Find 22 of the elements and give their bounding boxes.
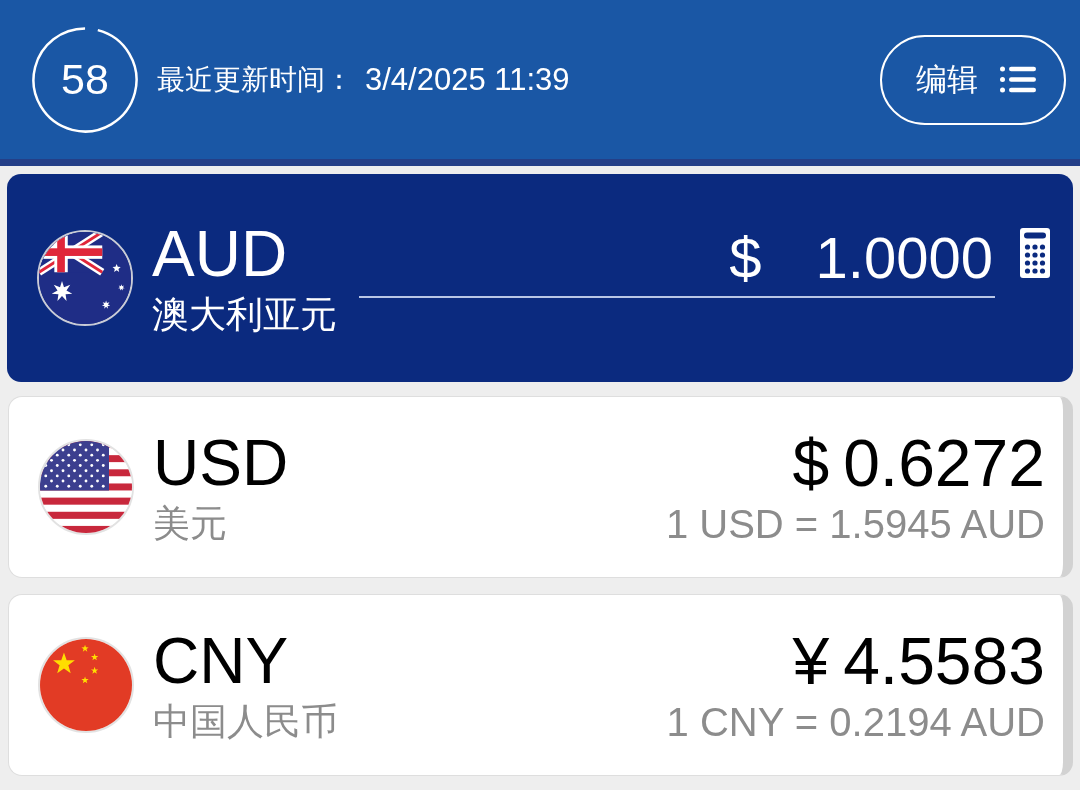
currency-card[interactable]: USD 美元 $ 0.6272 1 USD = 1.5945 AUD [8, 396, 1073, 578]
update-label: 最近更新时间： [157, 62, 353, 97]
exchange-rate: 1 USD = 1.5945 AUD [665, 501, 1045, 548]
amount-field[interactable]: $ 1.0000 [359, 218, 995, 298]
currency-code: AUD [152, 217, 289, 291]
currency-card[interactable]: CNY 中国人民币 ¥ 4.5583 1 CNY = 0.2194 AUD [8, 594, 1073, 776]
edit-button[interactable]: 编辑 [880, 34, 1066, 125]
currency-symbol: ¥ [792, 624, 830, 698]
currency-name: 中国人民币 [153, 700, 338, 744]
currency-symbol: $ [792, 426, 830, 500]
us-flag-icon [38, 439, 134, 535]
converted-amount: 0.6272 [843, 426, 1045, 500]
exchange-rate: 1 CNY = 0.2194 AUD [666, 699, 1045, 746]
calculator-icon[interactable] [1020, 228, 1050, 278]
converted-amount: 4.5583 [843, 624, 1045, 698]
currency-name: 美元 [153, 502, 228, 546]
list-icon [1000, 66, 1036, 93]
update-time: 3/4/2025 11:39 [365, 61, 570, 98]
countdown-number: 58 [61, 58, 109, 101]
currency-name: 澳大利亚元 [152, 293, 337, 337]
currency-code: CNY [153, 624, 290, 698]
currency-code: USD [153, 426, 289, 500]
